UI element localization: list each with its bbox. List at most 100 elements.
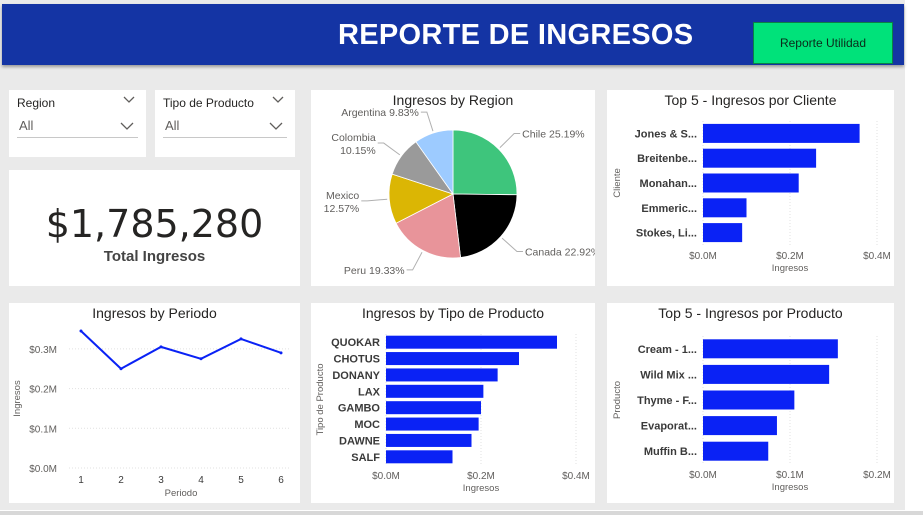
y-axis-title: Producto (612, 381, 623, 419)
tipo-producto-slicer[interactable]: Tipo de Producto All (155, 90, 295, 157)
pie-slice-canada (452, 193, 518, 258)
x-tick-label: $0.2M (863, 470, 891, 481)
x-axis-title: Ingresos (463, 483, 500, 494)
x-tick-label: $0.0M (372, 471, 400, 482)
pie-leader-line (406, 252, 423, 271)
chevron-down-icon[interactable] (122, 93, 136, 107)
y-tick-label: $0.0M (29, 464, 57, 475)
pie-label: Canada 22.92% (525, 246, 595, 258)
x-tick-label: $0.2M (467, 471, 495, 482)
region-slicer[interactable]: Region All (9, 90, 146, 157)
chevron-down-icon[interactable] (271, 93, 285, 107)
category-label: CHOTUS (334, 354, 380, 366)
pie-label: Argentina 9.83% (341, 107, 419, 119)
region-slicer-label: Region (17, 96, 56, 110)
category-label: GAMBO (338, 403, 381, 415)
chevron-down-icon (120, 122, 134, 130)
y-tick-label: $0.3M (29, 345, 57, 356)
periodo-line-chart-svg: $0.0M $0.1M $0.2M $0.3M 1 2 3 4 5 6 Periodo Ingreso… (12, 329, 291, 499)
pie-leader-line (501, 237, 523, 252)
category-label: Monahan... (640, 178, 697, 190)
region-select-value: All (19, 118, 34, 133)
category-label: Emmeric... (641, 203, 697, 215)
cliente-bar-chart-svg: $0.0M $0.2M $0.4M Jones & S... Breitenbe... M… (612, 121, 891, 274)
x-axis-title: Ingresos (772, 482, 809, 493)
bar (386, 401, 481, 415)
bar (703, 390, 795, 410)
pie-value-label: 12.57% (324, 203, 360, 215)
data-point (239, 337, 243, 341)
pie-label: Chile 25.19% (522, 129, 584, 141)
pie-leader-line (499, 133, 521, 148)
x-tick-label: $0.4M (562, 471, 590, 482)
x-tick-label: $0.0M (689, 251, 717, 262)
category-label: Breitenbe... (637, 153, 697, 165)
bar (703, 148, 817, 168)
pie-leader-line (361, 198, 388, 202)
total-ingresos-value: $1,785,280 (45, 202, 264, 246)
category-label: Cream - 1... (638, 344, 697, 356)
pie-chart-svg: Chile 25.19% Canada 22.92% Peru 19.33% Mexi… (324, 107, 595, 277)
y-tick-label: $0.2M (29, 385, 57, 396)
data-line (80, 330, 282, 370)
category-label: Jones & S... (635, 128, 697, 140)
total-ingresos-label: Total Ingresos (103, 248, 206, 265)
tipo-bar-chart-svg: $0.0M $0.2M $0.4M QUOKAR CHOTUS DONANY LAX GAMB… (315, 334, 590, 494)
x-tick-label: 2 (118, 475, 124, 486)
bar (386, 450, 453, 464)
ingresos-by-periodo-chart[interactable]: Ingresos by Periodo $0.0M $0.1M $0.2M $0.3M… (9, 303, 300, 503)
x-tick-label: $0.2M (776, 251, 804, 262)
report-title: REPORTE DE INGRESOS (338, 19, 694, 51)
x-tick-label: 1 (78, 475, 84, 486)
pie-label: Colombia (331, 132, 376, 144)
tipo-producto-select[interactable]: All (163, 116, 287, 138)
category-label: DONANY (332, 370, 380, 382)
bar (703, 173, 799, 193)
category-label: Evaporat... (641, 421, 697, 433)
bar (703, 441, 769, 461)
report-canvas: REPORTE DE INGRESOS Reporte Utilidad Reg… (0, 0, 905, 510)
bar (386, 352, 519, 366)
x-axis-title: Ingresos (772, 263, 809, 274)
x-tick-label: 6 (278, 475, 284, 486)
category-label: DAWNE (339, 435, 380, 447)
bar (703, 339, 838, 359)
y-tick-label: $0.1M (29, 424, 57, 435)
x-tick-label: 3 (158, 475, 164, 486)
ingresos-by-region-chart[interactable]: Ingresos by Region Chile 25.19% Canada 22… (311, 90, 595, 286)
header-banner: REPORTE DE INGRESOS Reporte Utilidad (2, 4, 904, 65)
data-point (159, 345, 163, 349)
producto-bar-chart-svg: $0.0M $0.1M $0.2M Cream - 1... Wild Mix ... T… (612, 336, 891, 493)
reporte-utilidad-button[interactable]: Reporte Utilidad (753, 22, 893, 64)
chevron-down-icon (269, 122, 283, 130)
region-select[interactable]: All (17, 116, 138, 138)
y-axis-title: Cliente (612, 168, 623, 198)
data-point (199, 357, 203, 361)
bar (386, 417, 479, 431)
x-tick-label: 4 (198, 475, 204, 486)
y-axis-title: Ingresos (12, 380, 23, 417)
category-label: Stokes, Li... (636, 228, 697, 240)
bar (386, 384, 484, 398)
tipo-producto-select-value: All (165, 118, 180, 133)
pie-label: Peru 19.33% (344, 265, 405, 277)
bar (386, 335, 557, 349)
data-point (279, 351, 283, 355)
top5-cliente-chart[interactable]: Top 5 - Ingresos por Cliente $0.0M $0.2M $… (607, 90, 894, 286)
data-point (119, 367, 123, 371)
tipo-producto-slicer-label: Tipo de Producto (163, 96, 254, 110)
bar (386, 368, 498, 382)
bar (703, 198, 747, 218)
top5-producto-chart[interactable]: Top 5 - Ingresos por Producto $0.0M $0.1M… (607, 303, 894, 503)
category-label: QUOKAR (331, 337, 380, 349)
bar (703, 123, 860, 143)
bar (703, 416, 777, 436)
x-axis-title: Periodo (165, 488, 198, 499)
ingresos-by-tipo-producto-chart[interactable]: Ingresos by Tipo de Producto $0.0M $0.2M $… (311, 303, 595, 503)
bar (386, 433, 472, 447)
total-ingresos-card: $1,785,280 Total Ingresos (9, 170, 300, 286)
category-label: Wild Mix ... (640, 369, 697, 381)
data-point (79, 329, 83, 333)
category-label: SALF (351, 452, 380, 464)
bar (703, 223, 743, 243)
